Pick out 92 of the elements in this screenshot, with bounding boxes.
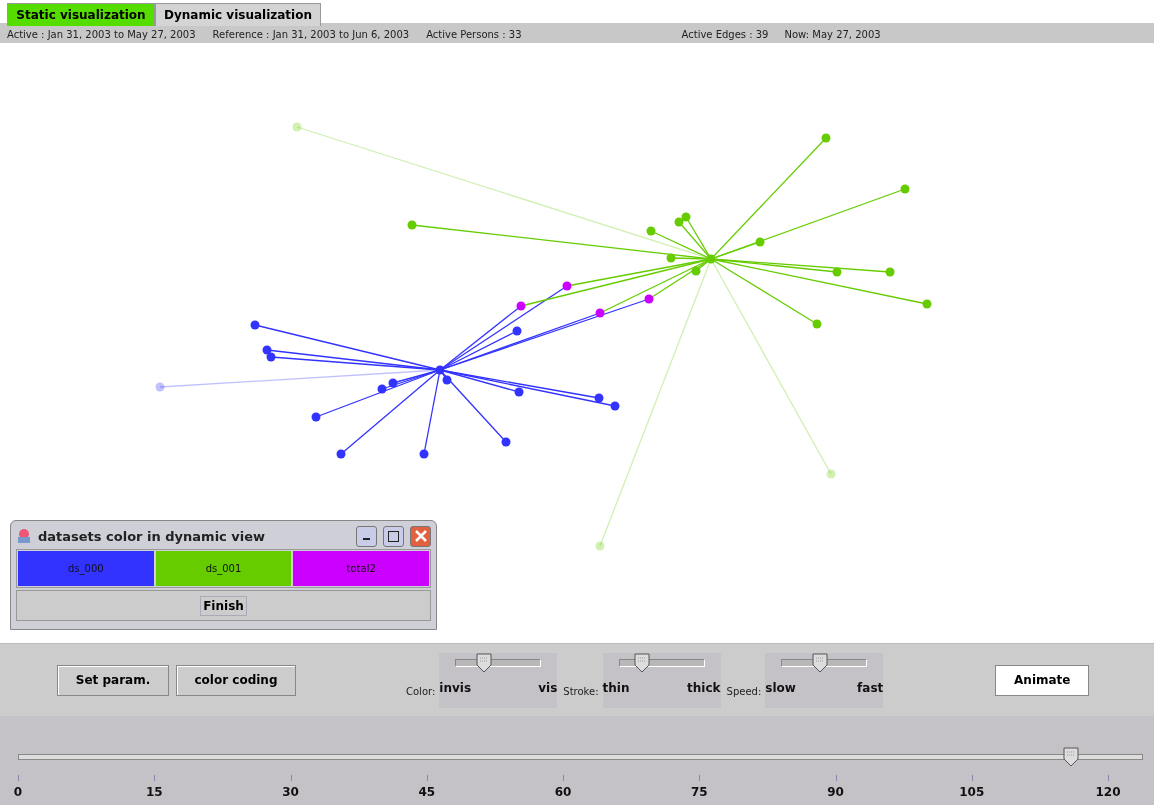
graph-node[interactable] [250,320,260,330]
graph-node[interactable] [826,469,836,479]
tick-mark [18,775,19,781]
tick-label: 0 [13,785,23,799]
status-text: Active Edges : 39 [681,29,769,40]
graph-node[interactable] [155,382,165,392]
set-param-button[interactable]: Set param. [57,664,169,696]
graph-node[interactable] [336,449,346,459]
status-text: Active : Jan 31, 2003 to May 27, 2003 [7,29,196,40]
status-text: Active Persons : 33 [426,29,522,40]
graph-node[interactable] [674,217,684,227]
graph-node[interactable] [821,133,831,143]
slider[interactable] [781,652,868,673]
close-icon [414,530,427,542]
timeline-slider[interactable] [18,747,1143,767]
slider-label: Stroke: [563,685,599,697]
dialog-title: datasets color in dynamic view [38,528,267,544]
app-icon [16,528,32,544]
animate-button[interactable]: Animate [995,664,1090,696]
graph-node[interactable] [885,267,895,277]
graph-node[interactable] [407,220,417,230]
graph-node[interactable] [681,212,691,222]
graph-node[interactable] [311,412,321,422]
graph-node[interactable] [435,365,445,375]
tab[interactable]: Dynamic visualization [155,3,321,26]
graph-node[interactable] [666,253,676,263]
graph-node[interactable] [812,319,822,329]
slider-max-label: thick [687,680,721,695]
tick-label: 60 [554,785,572,799]
graph-node[interactable] [442,375,452,385]
close-button[interactable] [410,525,431,547]
tick-mark [563,775,564,781]
tick-label: 105 [959,785,985,799]
graph-node[interactable] [512,326,522,336]
slider-max-label: fast [857,680,884,695]
tick-mark [971,775,973,781]
slider-label: Speed: [726,685,762,697]
slider-min-label: slow [765,680,796,695]
graph-node[interactable] [922,299,932,309]
tick-label: 120 [1095,785,1121,799]
tick-label: 30 [282,785,299,799]
slider[interactable] [618,652,705,673]
graph-node[interactable] [594,393,604,403]
graph-node[interactable] [292,122,302,132]
graph-node[interactable] [377,384,387,394]
graph-node[interactable] [388,378,398,388]
graph-node[interactable] [644,294,654,304]
tick-label: 75 [690,785,708,799]
slider-max-label: vis [538,680,558,695]
tick-mark [290,775,292,781]
graph-node[interactable] [755,237,765,247]
tab[interactable]: Static visualization [7,3,155,26]
slider-thumb[interactable] [633,652,650,673]
tick-mark [1108,775,1109,781]
status-text: Now: May 27, 2003 [784,29,881,40]
graph-node[interactable] [501,437,511,447]
tick-label: 15 [145,785,163,799]
tick-mark [699,775,701,781]
status-text: Reference : Jan 31, 2003 to Jun 6, 2003 [212,29,410,40]
minimize-button[interactable] [356,525,377,547]
graph-node[interactable] [900,184,910,194]
slider-min-label: invis [439,680,472,695]
graph-node[interactable] [610,401,620,411]
graph-node[interactable] [706,254,716,264]
graph-node[interactable] [691,266,701,276]
tick-mark [426,775,428,781]
graph-node[interactable] [516,301,526,311]
tick-mark [835,775,837,781]
color-swatch[interactable]: total2 [293,551,429,586]
finish-button[interactable]: Finish [200,595,247,616]
graph-node[interactable] [832,267,842,277]
slider[interactable] [455,652,542,673]
color-coding-button[interactable]: color coding [176,664,296,696]
slider-label: Color: [406,685,436,697]
tick-label: 90 [827,785,844,799]
maximize-button[interactable] [383,525,404,547]
slider-thumb[interactable] [475,652,492,673]
tick-label: 45 [418,785,436,799]
maximize-icon [388,530,399,542]
tick-mark [154,775,156,781]
graph-node[interactable] [595,308,605,318]
graph-node[interactable] [562,281,572,291]
graph-node[interactable] [646,226,656,236]
graph-node[interactable] [514,387,524,397]
graph-node[interactable] [266,352,276,362]
graph-node[interactable] [262,345,272,355]
graph-node[interactable] [595,541,605,551]
slider-thumb[interactable] [811,652,828,673]
slider-thumb[interactable] [1063,747,1079,767]
slider-min-label: thin [602,680,630,695]
graph-node[interactable] [419,449,429,459]
color-swatch[interactable]: ds_001 [155,551,292,586]
